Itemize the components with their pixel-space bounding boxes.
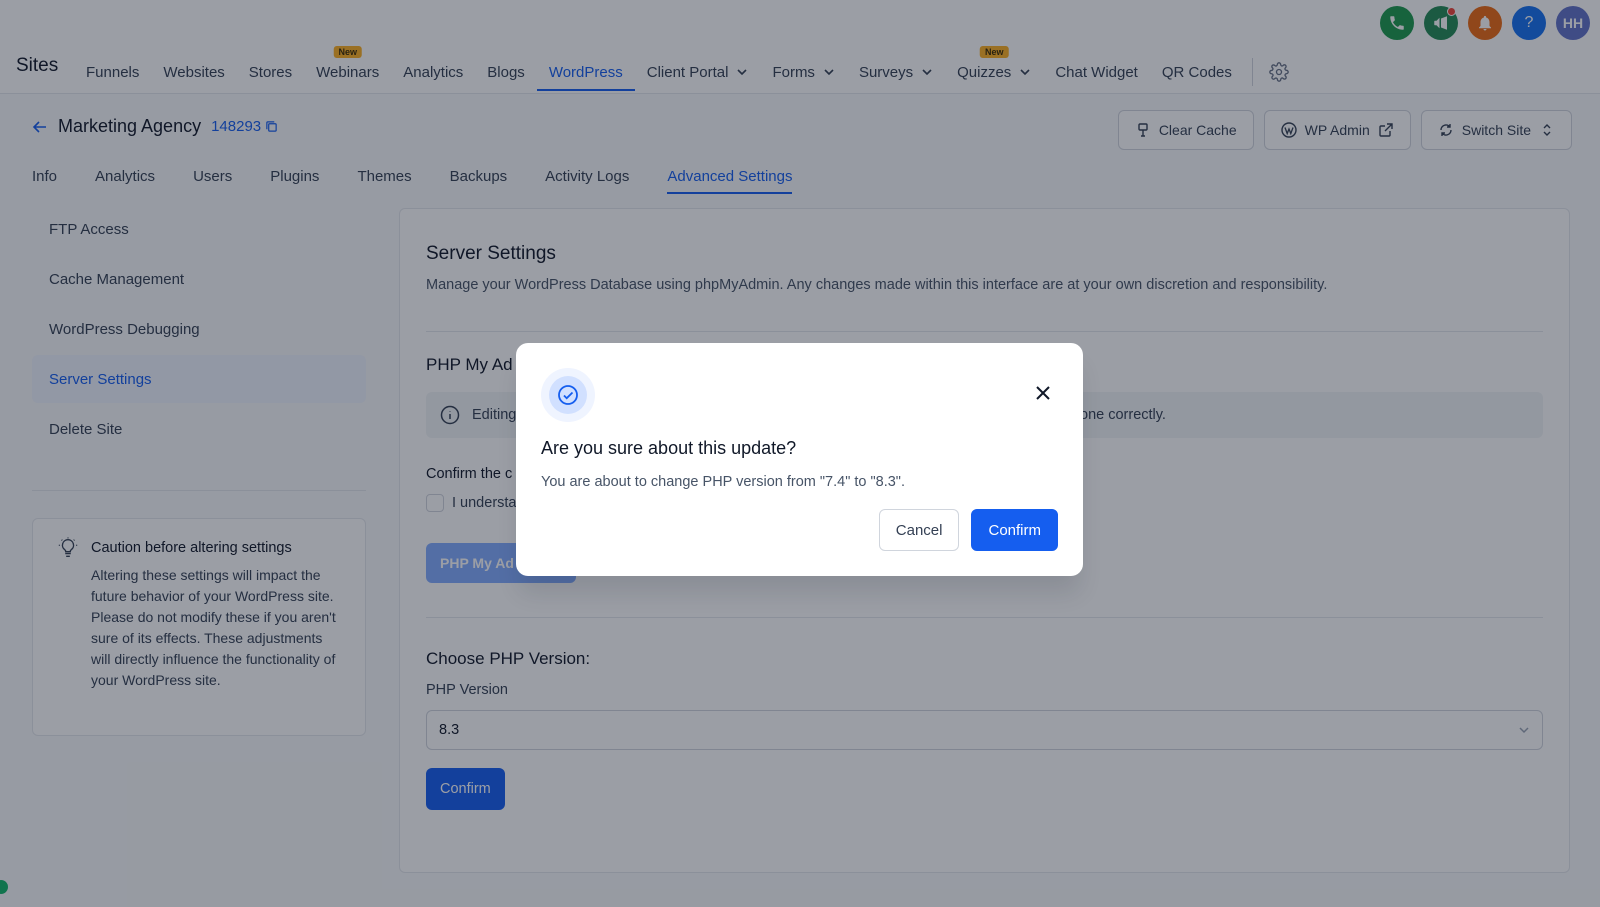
- close-icon[interactable]: [1033, 383, 1053, 403]
- check-circle-icon: [558, 385, 578, 405]
- modal-message: You are about to change PHP version from…: [541, 474, 905, 490]
- modal-actions: Cancel Confirm: [878, 509, 1058, 551]
- modal-icon-ring: [541, 368, 595, 422]
- confirm-button[interactable]: Confirm: [971, 509, 1058, 551]
- confirm-update-dialog: Are you sure about this update? You are …: [516, 343, 1083, 576]
- cancel-button[interactable]: Cancel: [878, 509, 960, 551]
- modal-icon-circle: [549, 376, 587, 414]
- modal-title: Are you sure about this update?: [541, 438, 797, 458]
